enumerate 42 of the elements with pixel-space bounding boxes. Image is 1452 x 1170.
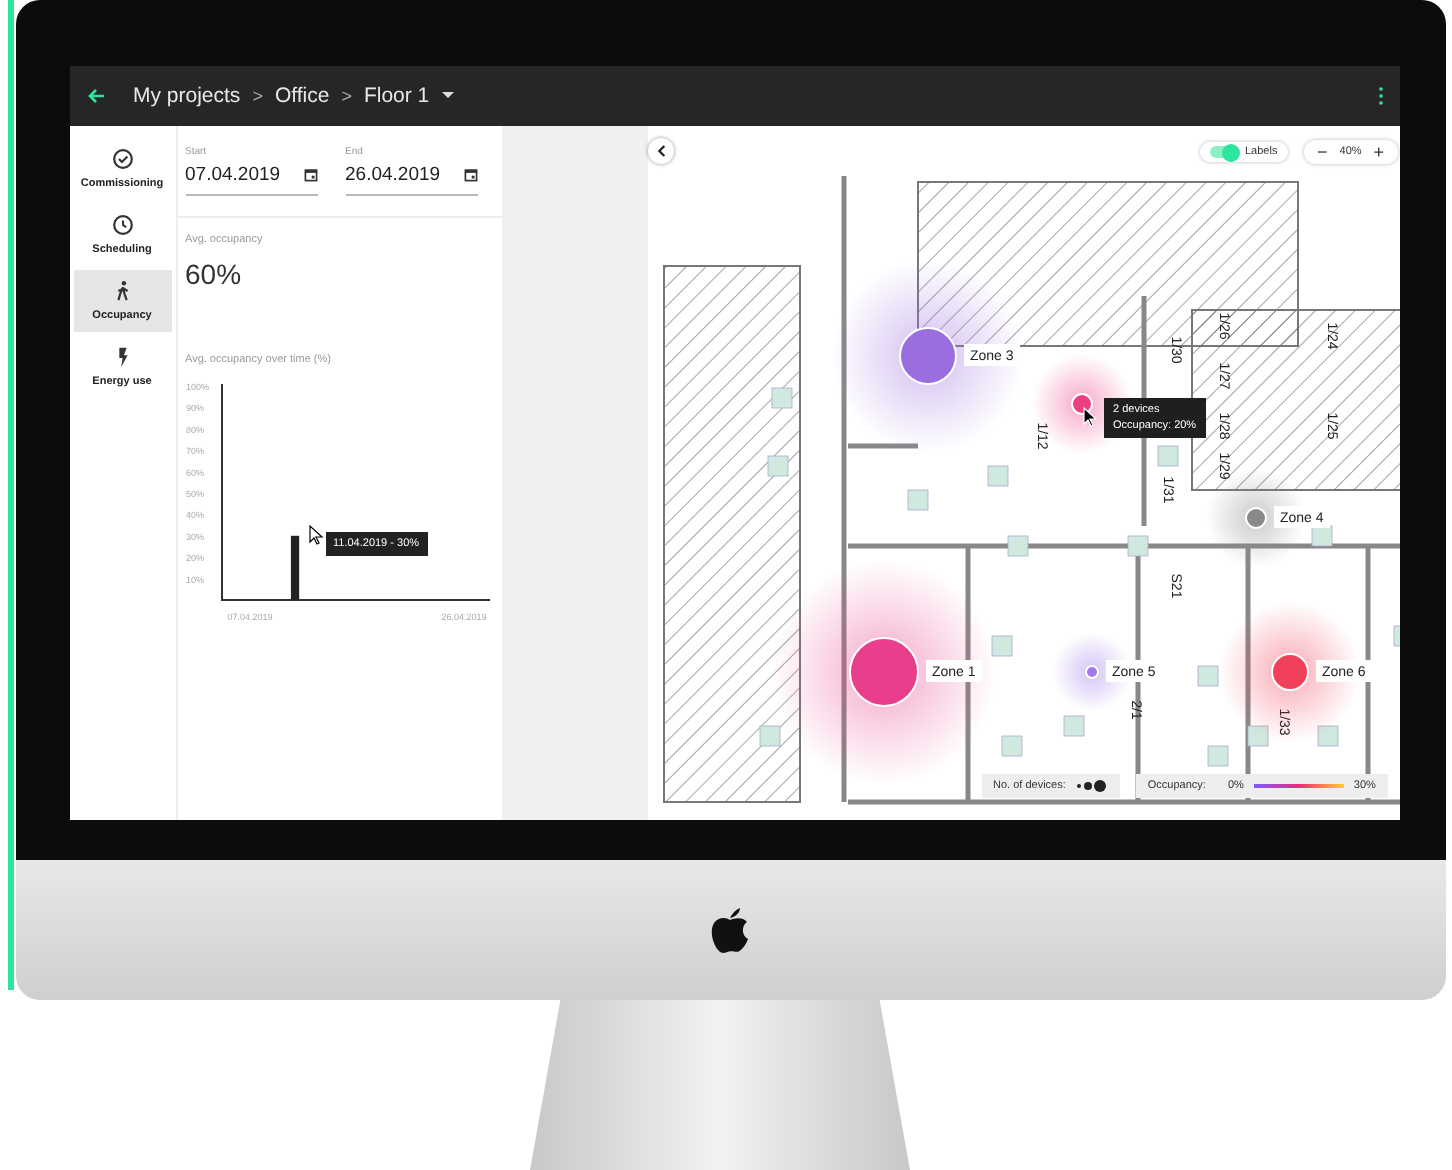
cursor-icon [308, 524, 323, 545]
zoom-in-button[interactable]: + [1369, 142, 1389, 162]
logo-icon [708, 904, 752, 956]
zoom-out-button[interactable]: − [1313, 142, 1332, 162]
calendar-icon[interactable] [303, 168, 317, 182]
breadcrumb-separator: > [252, 86, 263, 106]
device-marker[interactable] [1126, 535, 1148, 557]
chart-bar[interactable] [289, 535, 299, 600]
toggle-switch[interactable] [1209, 146, 1237, 158]
color-scale-bar [1253, 784, 1344, 788]
device-marker[interactable] [770, 387, 792, 409]
breadcrumb-link[interactable]: Office [274, 84, 330, 108]
device-marker[interactable] [986, 465, 1008, 487]
zone-marker[interactable] [898, 327, 956, 385]
calendar-icon[interactable] [463, 168, 477, 182]
device-marker[interactable] [906, 489, 928, 511]
device-marker[interactable] [1062, 715, 1084, 737]
device-marker[interactable] [766, 455, 788, 477]
caret-icon[interactable] [441, 92, 454, 100]
back-arrow-icon[interactable] [85, 86, 105, 106]
device-marker[interactable] [758, 725, 780, 747]
device-marker[interactable] [1006, 535, 1028, 557]
walking-person-icon [111, 280, 133, 302]
device-marker[interactable] [1310, 525, 1332, 547]
device-marker[interactable] [1392, 625, 1399, 647]
check-circle-icon [111, 148, 133, 170]
average-occupancy-value: 60% [185, 258, 244, 290]
breadcrumb-separator: > [341, 86, 352, 106]
zone-marker[interactable] [848, 637, 918, 707]
device-marker[interactable] [1000, 735, 1022, 757]
breadcrumb-link[interactable]: My projects [133, 84, 241, 108]
chevron-left-icon [655, 144, 665, 158]
dot-size-icon [1075, 780, 1108, 792]
zone-marker[interactable] [1270, 653, 1308, 691]
menu-icon[interactable] [1377, 86, 1383, 106]
cursor-icon [1082, 406, 1097, 427]
breadcrumb-link[interactable]: Floor 1 [363, 84, 430, 108]
device-marker[interactable] [1206, 745, 1228, 767]
collapse-button[interactable] [647, 138, 673, 164]
clock-icon [111, 214, 133, 236]
device-marker[interactable] [1156, 445, 1178, 467]
device-marker[interactable] [1196, 665, 1218, 687]
